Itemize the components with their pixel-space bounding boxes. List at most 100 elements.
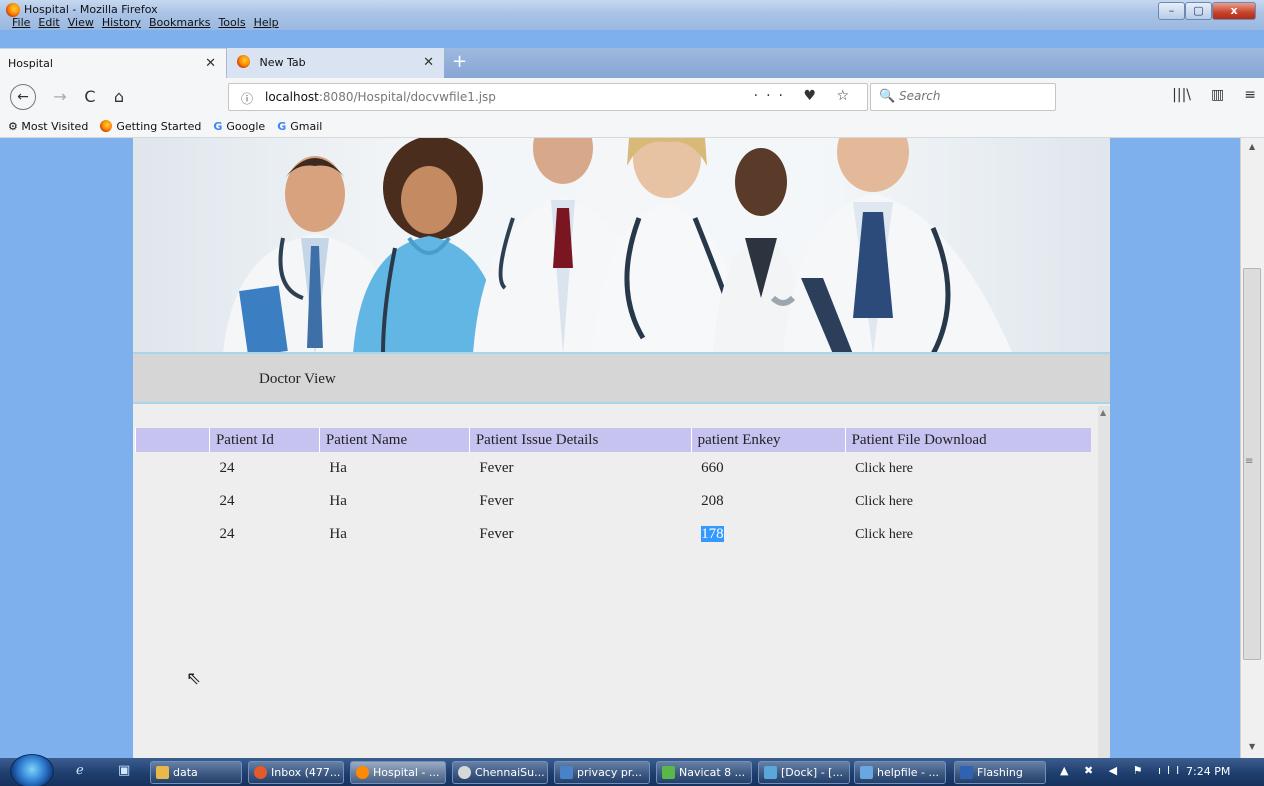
search-input[interactable] xyxy=(899,89,1049,103)
enkey-cell: 178 xyxy=(691,518,845,551)
enkey-cell: 660 xyxy=(701,460,724,476)
download-link[interactable]: Click here xyxy=(855,461,913,476)
scroll-down-arrow-icon[interactable]: ▼ xyxy=(1249,742,1255,751)
menu-help[interactable]: Help xyxy=(254,16,279,29)
info-icon[interactable]: ⓘ xyxy=(241,90,253,107)
menu-icon[interactable]: ≡ xyxy=(1244,87,1256,103)
column-header-issue-details: Patient Issue Details xyxy=(468,428,692,452)
menu-view[interactable]: View xyxy=(68,16,94,29)
mouse-pointer-icon: ⇖ xyxy=(186,668,202,689)
table-header-row: Patient Id Patient Name Patient Issue De… xyxy=(135,428,1091,452)
bookmark-label: Most Visited xyxy=(21,120,89,133)
folder-icon xyxy=(156,766,169,779)
window-title: Hospital - Mozilla Firefox xyxy=(24,3,158,16)
scroll-up-arrow-icon[interactable]: ▲ xyxy=(1100,408,1106,417)
internet-explorer-icon[interactable]: ℯ xyxy=(76,763,84,778)
url-bar[interactable]: ⓘ localhost:8080/Hospital/docvwfile1.jsp… xyxy=(228,83,868,111)
word-document-icon xyxy=(560,766,573,779)
toolbar-right: |||\ ▥ ≡ xyxy=(1172,87,1256,103)
bookmark-getting-started[interactable]: Getting Started xyxy=(100,120,201,133)
taskbar-item-label: Navicat 8 ... xyxy=(679,766,746,779)
minimize-button[interactable]: – xyxy=(1158,2,1185,20)
taskbar-item-hospital[interactable]: Hospital - ... xyxy=(350,761,446,784)
table-row: 24 Ha Fever 208 Click here xyxy=(136,485,1092,518)
bookmark-gmail[interactable]: G Gmail xyxy=(277,120,322,133)
taskbar-item-chennaisu[interactable]: ChennaiSu... xyxy=(452,761,548,784)
bookmark-label: Gmail xyxy=(290,120,323,133)
maximize-button[interactable]: ▢ xyxy=(1185,2,1212,20)
tab-strip: Hospital ✕ New Tab ✕ + xyxy=(0,48,1264,78)
row-spacer xyxy=(136,518,210,551)
page-subnav: Doctor View xyxy=(133,354,1110,404)
selected-enkey-text: 178 xyxy=(701,526,724,542)
column-header-blank xyxy=(135,428,210,452)
bookmarks-bar: ⚙ Most Visited Getting Started G Google G… xyxy=(0,116,1264,138)
menu-bookmarks[interactable]: Bookmarks xyxy=(149,16,210,29)
patient-name-cell: Ha xyxy=(329,493,347,509)
tray-icons[interactable]: ▲ ✖ ◀ ⚑ ıll xyxy=(1060,764,1185,777)
column-header-patient-id: Patient Id xyxy=(208,428,320,452)
tab-hospital[interactable]: Hospital ✕ xyxy=(0,48,226,78)
taskbar-item-navicat[interactable]: Navicat 8 ... xyxy=(656,761,752,784)
home-button[interactable]: ⌂ xyxy=(108,84,130,110)
menu-bar: File Edit View History Bookmarks Tools H… xyxy=(12,16,279,29)
patient-id-cell: 24 xyxy=(219,460,235,476)
taskbar-item-flashing[interactable]: Flashing xyxy=(954,761,1046,784)
back-button[interactable]: ← xyxy=(10,84,36,110)
taskbar-item-label: Hospital - ... xyxy=(373,766,440,779)
taskbar-item-dock[interactable]: [Dock] - [... xyxy=(758,761,850,784)
taskbar-item-helpfile[interactable]: helpfile - ... xyxy=(854,761,946,784)
search-box[interactable]: 🔍 xyxy=(870,83,1056,111)
download-cell: Click here xyxy=(845,485,1091,518)
page-viewport: Doctor View ▲ Patient Id Patient Name Pa… xyxy=(0,138,1240,758)
menu-history[interactable]: History xyxy=(102,16,141,29)
menu-tools[interactable]: Tools xyxy=(218,16,245,29)
navicat-icon xyxy=(662,766,675,779)
taskbar-item-privacy[interactable]: privacy pr... xyxy=(554,761,650,784)
close-window-button[interactable]: x xyxy=(1212,2,1256,20)
new-tab-icon[interactable]: + xyxy=(452,53,467,71)
firefox-icon xyxy=(237,55,250,68)
bookmark-google[interactable]: G Google xyxy=(213,120,265,133)
download-link[interactable]: Click here xyxy=(855,494,913,509)
doctor-view-link[interactable]: Doctor View xyxy=(259,371,336,388)
forward-button[interactable]: → xyxy=(50,84,70,110)
issue-details-cell: Fever xyxy=(479,526,514,542)
frame-scrollbar[interactable]: ▲ xyxy=(1098,406,1110,758)
navigation-bar: ← → C ⌂ ⓘ localhost:8080/Hospital/docvwf… xyxy=(0,78,1264,116)
page-actions-icons[interactable]: ··· ♥ ☆ xyxy=(754,88,857,104)
taskbar-item-label: privacy pr... xyxy=(577,766,642,779)
download-link[interactable]: Click here xyxy=(855,527,913,542)
close-tab-icon[interactable]: ✕ xyxy=(205,49,216,79)
doctors-banner-image xyxy=(133,138,1110,354)
system-tray: ▲ ✖ ◀ ⚑ ıll 7:24 PM xyxy=(1052,758,1264,786)
taskbar-item-data[interactable]: data xyxy=(150,761,242,784)
menu-file[interactable]: File xyxy=(12,16,30,29)
library-icon[interactable]: |||\ xyxy=(1172,87,1191,103)
tab-label: New Tab xyxy=(259,56,306,69)
row-spacer xyxy=(136,452,210,485)
page-scrollbar[interactable]: ▲ ≡ ▼ xyxy=(1240,138,1264,758)
clock[interactable]: 7:24 PM xyxy=(1186,765,1230,778)
menu-edit[interactable]: Edit xyxy=(38,16,59,29)
taskbar-item-inbox[interactable]: Inbox (477... xyxy=(248,761,344,784)
start-button[interactable] xyxy=(10,754,54,786)
bookmark-label: Getting Started xyxy=(116,120,202,133)
sidebar-icon[interactable]: ▥ xyxy=(1211,87,1224,103)
issue-details-cell: Fever xyxy=(479,493,514,509)
table-row: 24 Ha Fever 660 Click here xyxy=(136,452,1092,485)
patient-id-cell: 24 xyxy=(219,526,235,542)
tab-new-tab[interactable]: New Tab ✕ xyxy=(226,48,444,78)
bookmark-most-visited[interactable]: ⚙ Most Visited xyxy=(8,120,88,133)
window-controls: – ▢ x xyxy=(1158,2,1256,20)
close-tab-icon[interactable]: ✕ xyxy=(423,48,434,78)
firefox-icon xyxy=(6,3,20,17)
window-icon xyxy=(960,766,973,779)
scroll-up-arrow-icon[interactable]: ▲ xyxy=(1249,142,1255,151)
url-text[interactable]: localhost:8080/Hospital/docvwfile1.jsp xyxy=(265,90,496,104)
gear-icon: ⚙ xyxy=(8,120,22,133)
page-container: Doctor View ▲ Patient Id Patient Name Pa… xyxy=(133,138,1110,758)
url-host: localhost xyxy=(265,90,319,104)
media-player-icon[interactable]: ▣ xyxy=(118,763,130,778)
reload-button[interactable]: C xyxy=(80,84,100,110)
